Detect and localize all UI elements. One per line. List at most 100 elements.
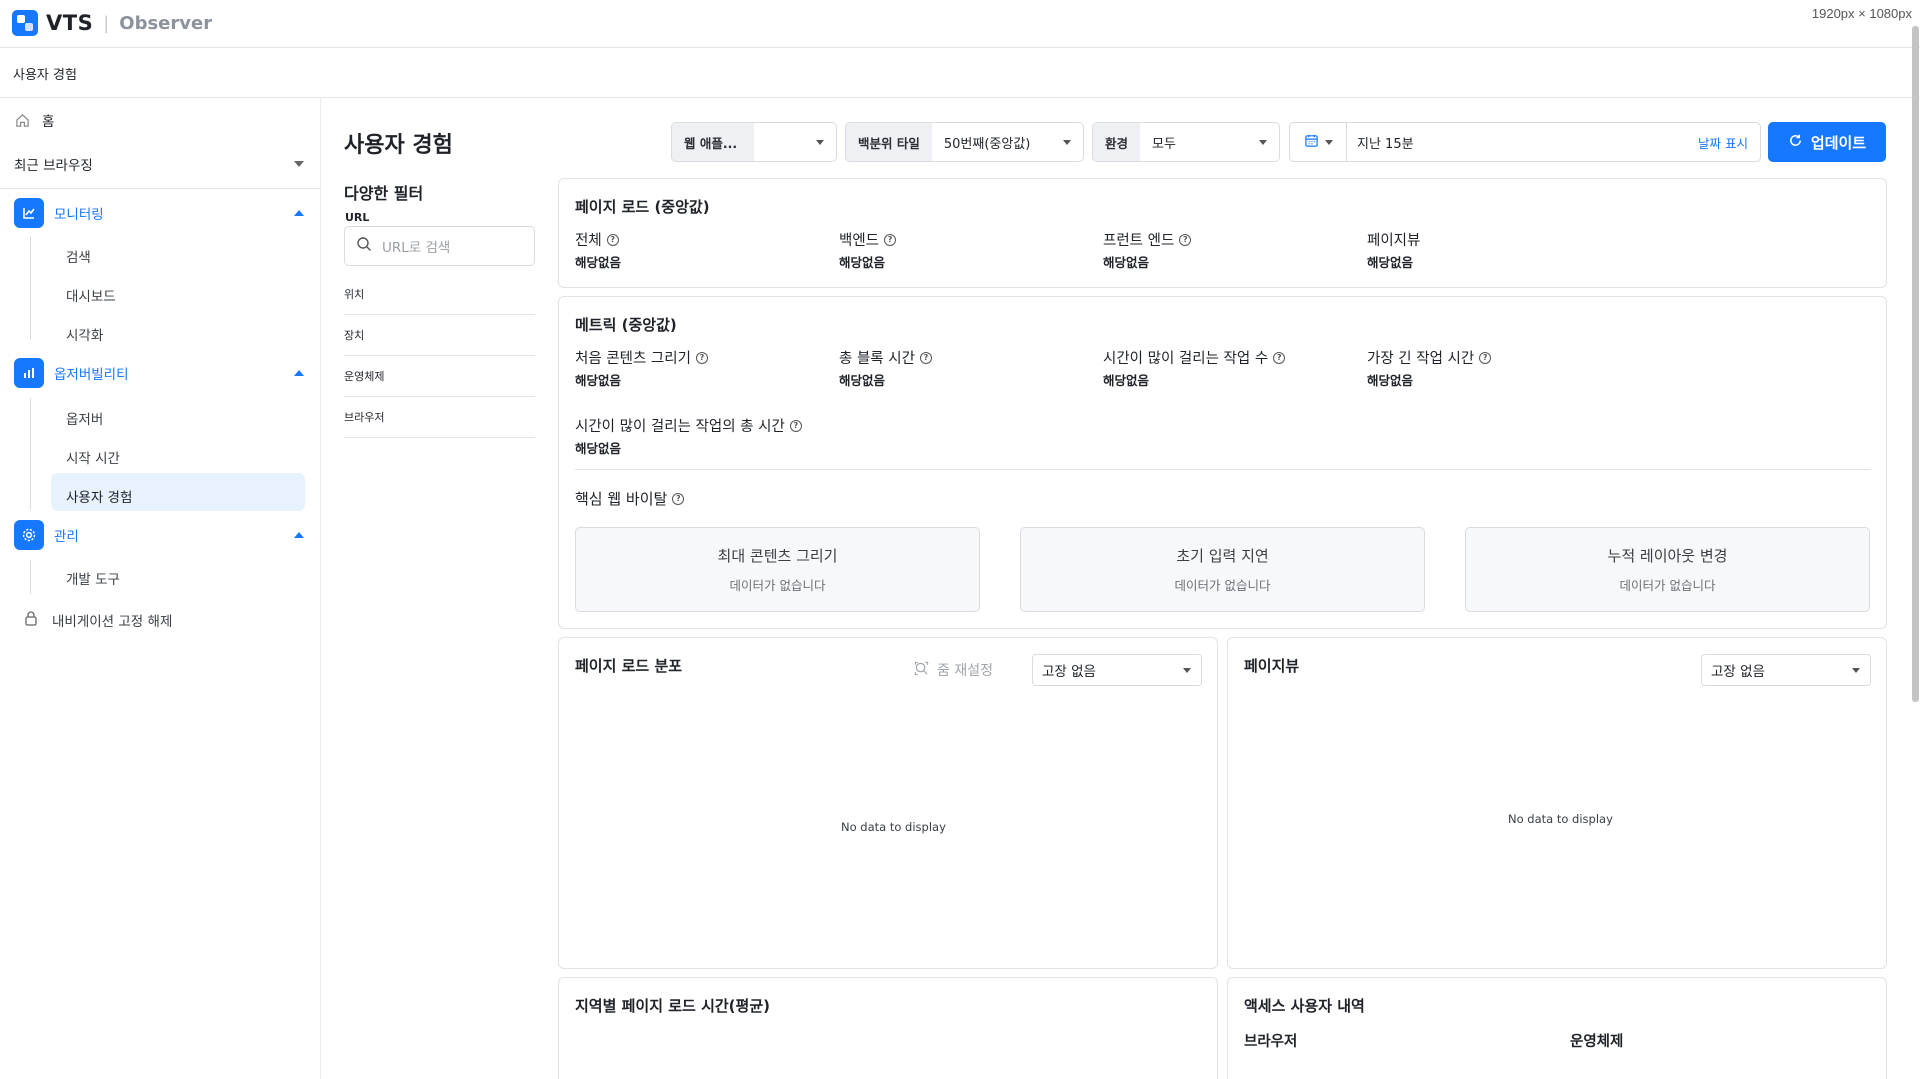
page-scrollbar[interactable] xyxy=(1912,26,1919,702)
environment-selector[interactable]: 환경 모두 xyxy=(1092,122,1280,162)
sidebar-item-visualization[interactable]: 시각화 xyxy=(66,324,103,344)
percentile-value: 50번째(중앙값) xyxy=(932,123,1083,161)
sidebar: 홈 최근 브라우징 모니터링 검색 대시보드 시각화 옵저버빌리티 옵저버 시작… xyxy=(0,98,321,1079)
sidebar-item-start-time[interactable]: 시작 시간 xyxy=(66,447,120,467)
show-date-link[interactable]: 날짜 표시 xyxy=(1698,133,1748,152)
unpin-navigation-label: 내비게이션 고정 해제 xyxy=(52,614,173,630)
sidebar-item-label: 홈 xyxy=(42,114,55,130)
help-icon[interactable]: ? xyxy=(884,233,897,246)
metric-value: 해당없음 xyxy=(839,373,886,388)
sidebar-group-label: 관리 xyxy=(54,529,79,545)
url-search-input[interactable]: URL로 검색 xyxy=(344,226,535,266)
breakdown-select[interactable]: 고장 없음 xyxy=(1701,654,1871,686)
help-icon[interactable]: ? xyxy=(1273,351,1286,364)
sidebar-item-home[interactable]: 홈 xyxy=(14,110,335,130)
metric-label: 가장 긴 작업 시간 xyxy=(1367,351,1475,367)
metric-label: 프런트 엔드 xyxy=(1103,233,1175,249)
brand-name: VTS xyxy=(46,11,94,35)
percentile-text: 50번째(중앙값) xyxy=(943,136,1031,152)
help-icon[interactable]: ? xyxy=(919,351,932,364)
cwv-card-fid: 초기 입력 지연 데이터가 없습니다 xyxy=(1020,527,1425,612)
update-button[interactable]: 업데이트 xyxy=(1768,122,1886,162)
metrics-title: 메트릭 (중앙값) xyxy=(575,316,677,334)
breakdown-select-value: 고장 없음 xyxy=(1711,664,1765,680)
time-range-picker[interactable]: 지난 15분 날짜 표시 xyxy=(1289,122,1761,162)
chevron-up-icon xyxy=(294,210,304,216)
tree-line xyxy=(30,560,31,594)
time-range-value: 지난 15분 날짜 표시 xyxy=(1347,123,1760,161)
help-icon[interactable]: ? xyxy=(695,351,708,364)
filter-os[interactable]: 운영체제 xyxy=(344,356,535,397)
filters-title: 다양한 필터 xyxy=(344,184,424,203)
vts-logo-icon xyxy=(12,10,38,36)
cwv-label: 핵심 웹 바이탈 xyxy=(575,490,668,508)
sidebar-item-observer[interactable]: 옵저버 xyxy=(66,408,103,428)
tree-line xyxy=(30,398,31,510)
metric-frontend: 프런트 엔드? xyxy=(1103,229,1192,250)
access-col-os: 운영체제 xyxy=(1570,1034,1624,1050)
unpin-navigation-button[interactable]: 내비게이션 고정 해제 xyxy=(24,610,345,630)
metric-value: 해당없음 xyxy=(1103,373,1150,388)
help-icon[interactable]: ? xyxy=(606,233,619,246)
sidebar-group-monitoring[interactable]: 모니터링 xyxy=(14,198,304,228)
zoom-reset-icon xyxy=(914,661,929,680)
sidebar-item-dev-tools[interactable]: 개발 도구 xyxy=(66,568,120,588)
breakdown-select-value: 고장 없음 xyxy=(1042,664,1096,680)
sidebar-group-label: 옵저버빌리티 xyxy=(54,367,129,383)
brand-separator: | xyxy=(103,12,110,34)
chevron-down-icon xyxy=(1183,667,1191,673)
region-load-time-panel: 지역별 페이지 로드 시간(평균) xyxy=(558,977,1218,1079)
cwv-card-name: 누적 레이아웃 변경 xyxy=(1607,547,1728,565)
sidebar-item-search[interactable]: 검색 xyxy=(66,246,91,266)
sidebar-item-dashboard[interactable]: 대시보드 xyxy=(66,285,116,305)
metric-tbt: 총 블록 시간? xyxy=(839,347,932,368)
sidebar-group-management[interactable]: 관리 xyxy=(14,520,304,550)
calendar-button[interactable] xyxy=(1290,123,1347,161)
help-icon[interactable]: ? xyxy=(1479,351,1492,364)
lock-icon xyxy=(24,610,38,630)
percentile-selector[interactable]: 백분위 타일 50번째(중앙값) xyxy=(845,122,1084,162)
filter-location[interactable]: 위치 xyxy=(344,274,535,315)
chevron-down-icon xyxy=(1324,139,1333,145)
help-icon[interactable]: ? xyxy=(672,492,685,505)
cwv-card-lcp: 최대 콘텐츠 그리기 데이터가 없습니다 xyxy=(575,527,980,612)
app-logo[interactable]: VTS | Observer xyxy=(12,10,212,36)
chevron-down-icon xyxy=(816,139,824,145)
region-title: 지역별 페이지 로드 시간(평균) xyxy=(575,997,770,1015)
sidebar-group-observability[interactable]: 옵저버빌리티 xyxy=(14,358,304,388)
zoom-reset-button[interactable]: 줌 재설정 xyxy=(914,660,993,680)
sidebar-group-label: 모니터링 xyxy=(54,207,104,223)
cwv-card-desc: 데이터가 없습니다 xyxy=(729,578,826,593)
environment-text: 모두 xyxy=(1152,136,1176,152)
app-selector-label: 웹 애플... xyxy=(672,123,754,161)
metric-long-tasks-total: 시간이 많이 걸리는 작업의 총 시간? xyxy=(575,415,802,436)
help-icon[interactable]: ? xyxy=(1179,233,1192,246)
settings-icon xyxy=(14,520,44,550)
metric-label: 총 블록 시간 xyxy=(839,351,915,367)
environment-value: 모두 xyxy=(1140,123,1279,161)
app-selector[interactable]: 웹 애플... xyxy=(671,122,837,162)
metric-value: 해당없음 xyxy=(1367,255,1414,270)
calendar-icon xyxy=(1304,133,1319,152)
help-icon[interactable]: ? xyxy=(789,419,802,432)
metric-label: 페이지뷰 xyxy=(1367,233,1421,249)
metric-value: 해당없음 xyxy=(575,441,622,456)
recent-browsing-toggle[interactable]: 최근 브라우징 xyxy=(14,154,304,174)
access-user-panel: 액세스 사용자 내역 브라우저 운영체제 xyxy=(1227,977,1887,1079)
filter-device[interactable]: 장치 xyxy=(344,315,535,356)
chevron-up-icon xyxy=(294,532,304,538)
recent-browsing-label: 최근 브라우징 xyxy=(14,158,93,174)
metric-long-tasks: 시간이 많이 걸리는 작업 수? xyxy=(1103,347,1286,368)
url-search-placeholder: URL로 검색 xyxy=(382,240,451,256)
metric-pageviews: 페이지뷰 xyxy=(1367,229,1420,250)
filter-browser[interactable]: 브라우저 xyxy=(344,397,535,438)
metric-longest-task: 가장 긴 작업 시간? xyxy=(1367,347,1492,368)
chevron-down-icon xyxy=(1063,139,1071,145)
breakdown-select[interactable]: 고장 없음 xyxy=(1032,654,1202,686)
environment-label: 환경 xyxy=(1093,123,1141,161)
refresh-icon xyxy=(1788,133,1803,152)
page-load-panel: 페이지 로드 (중앙값) 전체? 해당없음 백엔드? 해당없음 프런트 엔드? … xyxy=(558,178,1887,288)
metric-value: 해당없음 xyxy=(575,255,622,270)
zoom-reset-label: 줌 재설정 xyxy=(937,663,993,679)
sidebar-item-user-experience-label: 사용자 경험 xyxy=(66,490,133,506)
